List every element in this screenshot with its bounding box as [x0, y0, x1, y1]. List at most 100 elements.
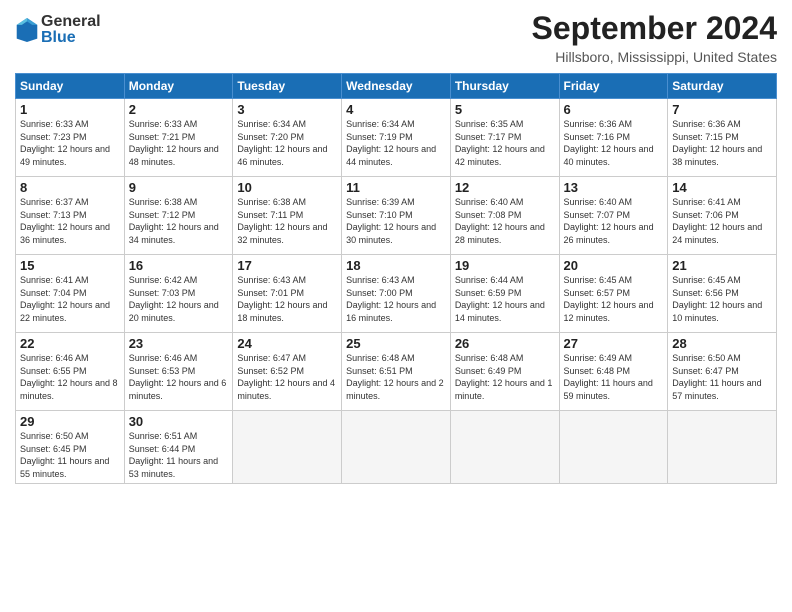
- calendar-cell: 14Sunrise: 6:41 AMSunset: 7:06 PMDayligh…: [668, 177, 777, 255]
- day-number: 7: [672, 102, 772, 117]
- day-number: 8: [20, 180, 120, 195]
- page: General Blue September 2024 Hillsboro, M…: [0, 0, 792, 612]
- calendar-week-1: 1Sunrise: 6:33 AMSunset: 7:23 PMDaylight…: [16, 99, 777, 177]
- day-info: Sunrise: 6:34 AMSunset: 7:20 PMDaylight:…: [237, 118, 337, 168]
- day-info: Sunrise: 6:38 AMSunset: 7:12 PMDaylight:…: [129, 196, 229, 246]
- calendar-cell: 3Sunrise: 6:34 AMSunset: 7:20 PMDaylight…: [233, 99, 342, 177]
- calendar-header-thursday: Thursday: [450, 74, 559, 99]
- calendar: SundayMondayTuesdayWednesdayThursdayFrid…: [15, 73, 777, 484]
- day-info: Sunrise: 6:44 AMSunset: 6:59 PMDaylight:…: [455, 274, 555, 324]
- day-info: Sunrise: 6:46 AMSunset: 6:53 PMDaylight:…: [129, 352, 229, 402]
- day-number: 18: [346, 258, 446, 273]
- day-number: 22: [20, 336, 120, 351]
- day-info: Sunrise: 6:37 AMSunset: 7:13 PMDaylight:…: [20, 196, 120, 246]
- day-number: 21: [672, 258, 772, 273]
- calendar-header-wednesday: Wednesday: [342, 74, 451, 99]
- calendar-cell: 1Sunrise: 6:33 AMSunset: 7:23 PMDaylight…: [16, 99, 125, 177]
- day-info: Sunrise: 6:40 AMSunset: 7:08 PMDaylight:…: [455, 196, 555, 246]
- calendar-cell: 15Sunrise: 6:41 AMSunset: 7:04 PMDayligh…: [16, 255, 125, 333]
- calendar-cell: 22Sunrise: 6:46 AMSunset: 6:55 PMDayligh…: [16, 333, 125, 411]
- day-number: 14: [672, 180, 772, 195]
- calendar-week-5: 29Sunrise: 6:50 AMSunset: 6:45 PMDayligh…: [16, 411, 777, 484]
- calendar-cell: 28Sunrise: 6:50 AMSunset: 6:47 PMDayligh…: [668, 333, 777, 411]
- day-info: Sunrise: 6:50 AMSunset: 6:47 PMDaylight:…: [672, 352, 772, 402]
- day-number: 15: [20, 258, 120, 273]
- day-number: 9: [129, 180, 229, 195]
- day-info: Sunrise: 6:39 AMSunset: 7:10 PMDaylight:…: [346, 196, 446, 246]
- day-info: Sunrise: 6:36 AMSunset: 7:15 PMDaylight:…: [672, 118, 772, 168]
- calendar-cell: 29Sunrise: 6:50 AMSunset: 6:45 PMDayligh…: [16, 411, 125, 484]
- day-number: 30: [129, 414, 229, 429]
- day-info: Sunrise: 6:35 AMSunset: 7:17 PMDaylight:…: [455, 118, 555, 168]
- day-number: 27: [564, 336, 664, 351]
- day-number: 25: [346, 336, 446, 351]
- calendar-cell: 8Sunrise: 6:37 AMSunset: 7:13 PMDaylight…: [16, 177, 125, 255]
- day-info: Sunrise: 6:49 AMSunset: 6:48 PMDaylight:…: [564, 352, 664, 402]
- calendar-header-friday: Friday: [559, 74, 668, 99]
- day-info: Sunrise: 6:51 AMSunset: 6:44 PMDaylight:…: [129, 430, 229, 480]
- calendar-header-row: SundayMondayTuesdayWednesdayThursdayFrid…: [16, 74, 777, 99]
- calendar-week-2: 8Sunrise: 6:37 AMSunset: 7:13 PMDaylight…: [16, 177, 777, 255]
- location: Hillsboro, Mississippi, United States: [532, 49, 777, 65]
- day-number: 11: [346, 180, 446, 195]
- month-title: September 2024: [532, 10, 777, 47]
- calendar-header-tuesday: Tuesday: [233, 74, 342, 99]
- calendar-cell: 12Sunrise: 6:40 AMSunset: 7:08 PMDayligh…: [450, 177, 559, 255]
- day-info: Sunrise: 6:45 AMSunset: 6:56 PMDaylight:…: [672, 274, 772, 324]
- day-number: 24: [237, 336, 337, 351]
- day-number: 2: [129, 102, 229, 117]
- calendar-cell: 17Sunrise: 6:43 AMSunset: 7:01 PMDayligh…: [233, 255, 342, 333]
- day-info: Sunrise: 6:42 AMSunset: 7:03 PMDaylight:…: [129, 274, 229, 324]
- day-number: 28: [672, 336, 772, 351]
- calendar-header-sunday: Sunday: [16, 74, 125, 99]
- day-number: 29: [20, 414, 120, 429]
- day-number: 17: [237, 258, 337, 273]
- header: General Blue September 2024 Hillsboro, M…: [15, 10, 777, 65]
- day-number: 5: [455, 102, 555, 117]
- day-number: 19: [455, 258, 555, 273]
- calendar-cell: 7Sunrise: 6:36 AMSunset: 7:15 PMDaylight…: [668, 99, 777, 177]
- day-info: Sunrise: 6:45 AMSunset: 6:57 PMDaylight:…: [564, 274, 664, 324]
- calendar-cell: 13Sunrise: 6:40 AMSunset: 7:07 PMDayligh…: [559, 177, 668, 255]
- calendar-header-saturday: Saturday: [668, 74, 777, 99]
- day-number: 12: [455, 180, 555, 195]
- logo-general: General: [41, 14, 101, 30]
- calendar-cell: 6Sunrise: 6:36 AMSunset: 7:16 PMDaylight…: [559, 99, 668, 177]
- calendar-cell: 21Sunrise: 6:45 AMSunset: 6:56 PMDayligh…: [668, 255, 777, 333]
- calendar-cell: 19Sunrise: 6:44 AMSunset: 6:59 PMDayligh…: [450, 255, 559, 333]
- calendar-cell: [668, 411, 777, 484]
- day-number: 16: [129, 258, 229, 273]
- day-number: 26: [455, 336, 555, 351]
- calendar-cell: 2Sunrise: 6:33 AMSunset: 7:21 PMDaylight…: [124, 99, 233, 177]
- calendar-cell: 16Sunrise: 6:42 AMSunset: 7:03 PMDayligh…: [124, 255, 233, 333]
- day-number: 23: [129, 336, 229, 351]
- day-info: Sunrise: 6:48 AMSunset: 6:51 PMDaylight:…: [346, 352, 446, 402]
- day-number: 4: [346, 102, 446, 117]
- day-info: Sunrise: 6:34 AMSunset: 7:19 PMDaylight:…: [346, 118, 446, 168]
- day-info: Sunrise: 6:43 AMSunset: 7:01 PMDaylight:…: [237, 274, 337, 324]
- calendar-cell: 27Sunrise: 6:49 AMSunset: 6:48 PMDayligh…: [559, 333, 668, 411]
- day-info: Sunrise: 6:36 AMSunset: 7:16 PMDaylight:…: [564, 118, 664, 168]
- calendar-cell: 9Sunrise: 6:38 AMSunset: 7:12 PMDaylight…: [124, 177, 233, 255]
- calendar-cell: [342, 411, 451, 484]
- calendar-header-monday: Monday: [124, 74, 233, 99]
- day-info: Sunrise: 6:33 AMSunset: 7:21 PMDaylight:…: [129, 118, 229, 168]
- logo-text: General Blue: [41, 14, 101, 46]
- day-info: Sunrise: 6:46 AMSunset: 6:55 PMDaylight:…: [20, 352, 120, 402]
- day-number: 10: [237, 180, 337, 195]
- calendar-cell: [450, 411, 559, 484]
- day-info: Sunrise: 6:41 AMSunset: 7:04 PMDaylight:…: [20, 274, 120, 324]
- day-info: Sunrise: 6:41 AMSunset: 7:06 PMDaylight:…: [672, 196, 772, 246]
- calendar-week-3: 15Sunrise: 6:41 AMSunset: 7:04 PMDayligh…: [16, 255, 777, 333]
- day-number: 3: [237, 102, 337, 117]
- calendar-cell: 30Sunrise: 6:51 AMSunset: 6:44 PMDayligh…: [124, 411, 233, 484]
- calendar-cell: 18Sunrise: 6:43 AMSunset: 7:00 PMDayligh…: [342, 255, 451, 333]
- calendar-cell: [233, 411, 342, 484]
- logo-blue: Blue: [41, 30, 101, 46]
- calendar-cell: 23Sunrise: 6:46 AMSunset: 6:53 PMDayligh…: [124, 333, 233, 411]
- logo-icon: [15, 16, 39, 44]
- calendar-cell: 20Sunrise: 6:45 AMSunset: 6:57 PMDayligh…: [559, 255, 668, 333]
- calendar-cell: 5Sunrise: 6:35 AMSunset: 7:17 PMDaylight…: [450, 99, 559, 177]
- title-block: September 2024 Hillsboro, Mississippi, U…: [532, 10, 777, 65]
- logo: General Blue: [15, 14, 101, 46]
